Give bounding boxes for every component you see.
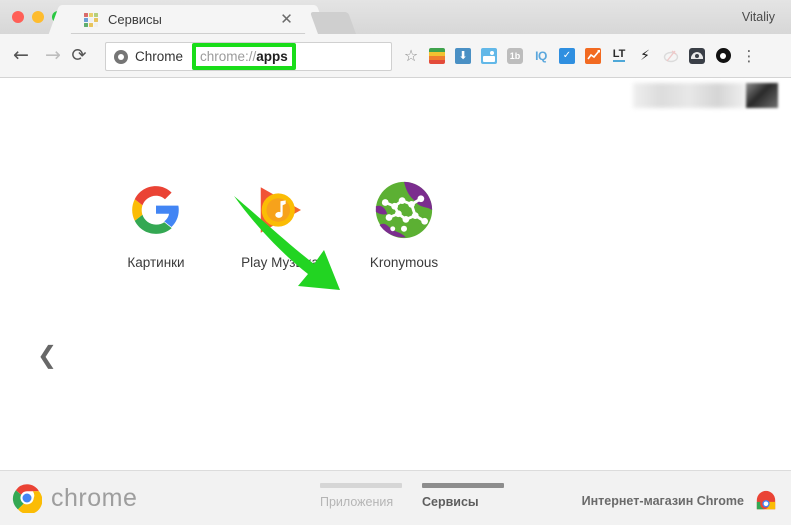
app-label: Kronymous <box>370 255 438 270</box>
new-tab-slot[interactable] <box>310 12 356 34</box>
tab-indicator-bar <box>422 483 504 488</box>
app-tile-kartinki[interactable]: Картинки <box>108 178 204 270</box>
redacted-account-block <box>633 83 778 108</box>
profile-name[interactable]: Vitaliy <box>742 0 775 34</box>
toolbar-icon-strip: ☆ ⬇ 1b IQ ✓ <box>398 42 762 69</box>
opera-ring-icon[interactable] <box>710 42 736 69</box>
lightning-icon[interactable]: ⚡ <box>632 42 658 69</box>
checkmark-chart-icon[interactable]: ✓ <box>554 42 580 69</box>
toolbar-1b-icon[interactable]: 1b <box>502 42 528 69</box>
apps-footer: chrome Приложения Сервисы Интернет-магаз… <box>0 470 791 525</box>
webstore-label: Интернет-магазин Chrome <box>582 494 744 508</box>
apps-page: ❮ Картинки <box>0 78 791 470</box>
minimize-window-button[interactable] <box>32 11 44 23</box>
app-label: Play Музыка <box>241 255 319 270</box>
close-window-button[interactable] <box>12 11 24 23</box>
footer-tab-label: Сервисы <box>422 495 479 509</box>
kronymous-globe-icon <box>372 178 436 242</box>
iq-icon[interactable]: IQ <box>528 42 554 69</box>
google-play-music-icon <box>248 178 312 242</box>
url-highlight-box[interactable]: chrome:// apps <box>192 43 296 70</box>
disabled-glyph <box>663 49 679 63</box>
lightning-glyph: ⚡ <box>640 48 650 64</box>
previous-page-icon[interactable]: ❮ <box>36 342 58 368</box>
forward-icon[interactable]: → <box>44 47 62 65</box>
app-tile-kronymous[interactable]: Kronymous <box>356 178 452 270</box>
reload-icon[interactable]: ⟳ <box>70 47 88 65</box>
apps-grid-icon <box>84 13 98 27</box>
app-tile-play-music[interactable]: Play Музыка <box>232 178 328 270</box>
kebab-glyph: ⋮ <box>742 50 757 62</box>
lt-label: LT <box>613 48 626 60</box>
google-g-icon <box>124 178 188 242</box>
browser-toolbar: ← → ⟳ Chrome chrome:// apps ☆ ⬇ 1b <box>0 34 791 78</box>
app-label: Картинки <box>127 255 184 270</box>
back-icon[interactable]: ← <box>12 47 30 65</box>
screenshot-icon[interactable] <box>476 42 502 69</box>
footer-tabs: Приложения Сервисы <box>320 483 504 509</box>
footer-tab-services[interactable]: Сервисы <box>422 483 504 509</box>
adblock-icon[interactable] <box>684 42 710 69</box>
tab-title: Сервисы <box>108 5 162 34</box>
trend-line-glyph <box>587 50 600 61</box>
chrome-wordmark: chrome <box>51 484 137 513</box>
chrome-logo-icon <box>12 483 42 513</box>
tab-indicator-bar <box>320 483 402 488</box>
adblock-glyph <box>691 51 703 60</box>
analytics-icon[interactable] <box>580 42 606 69</box>
footer-tab-apps[interactable]: Приложения <box>320 483 402 509</box>
bookmark-star-icon[interactable]: ☆ <box>398 42 424 69</box>
download-icon[interactable]: ⬇ <box>450 42 476 69</box>
iq-label: IQ <box>535 49 547 63</box>
close-icon[interactable]: ✕ <box>279 12 294 27</box>
chrome-menu-icon[interactable]: ⋮ <box>736 42 762 69</box>
bookmark-manager-icon[interactable] <box>424 42 450 69</box>
site-chip-label: Chrome <box>135 49 183 64</box>
window-title-bar: Сервисы ✕ Vitaliy <box>0 0 791 35</box>
browser-tab-services[interactable]: Сервисы ✕ <box>68 5 308 34</box>
footer-tab-label: Приложения <box>320 495 393 509</box>
chrome-web-store-icon <box>755 490 777 512</box>
app-grid: Картинки Play Музыка <box>108 178 452 270</box>
chrome-brand: chrome <box>12 483 137 513</box>
languagetool-icon[interactable]: LT <box>606 42 632 69</box>
url-scheme: chrome:// <box>200 49 256 64</box>
toolbar-1b-label: 1b <box>507 48 523 64</box>
url-path: apps <box>256 49 288 64</box>
address-bar[interactable]: Chrome chrome:// apps <box>105 42 392 71</box>
star-glyph: ☆ <box>404 46 418 65</box>
chrome-site-icon <box>114 50 128 64</box>
disabled-extension-icon[interactable] <box>658 42 684 69</box>
chrome-web-store-link[interactable]: Интернет-магазин Chrome <box>582 490 777 512</box>
